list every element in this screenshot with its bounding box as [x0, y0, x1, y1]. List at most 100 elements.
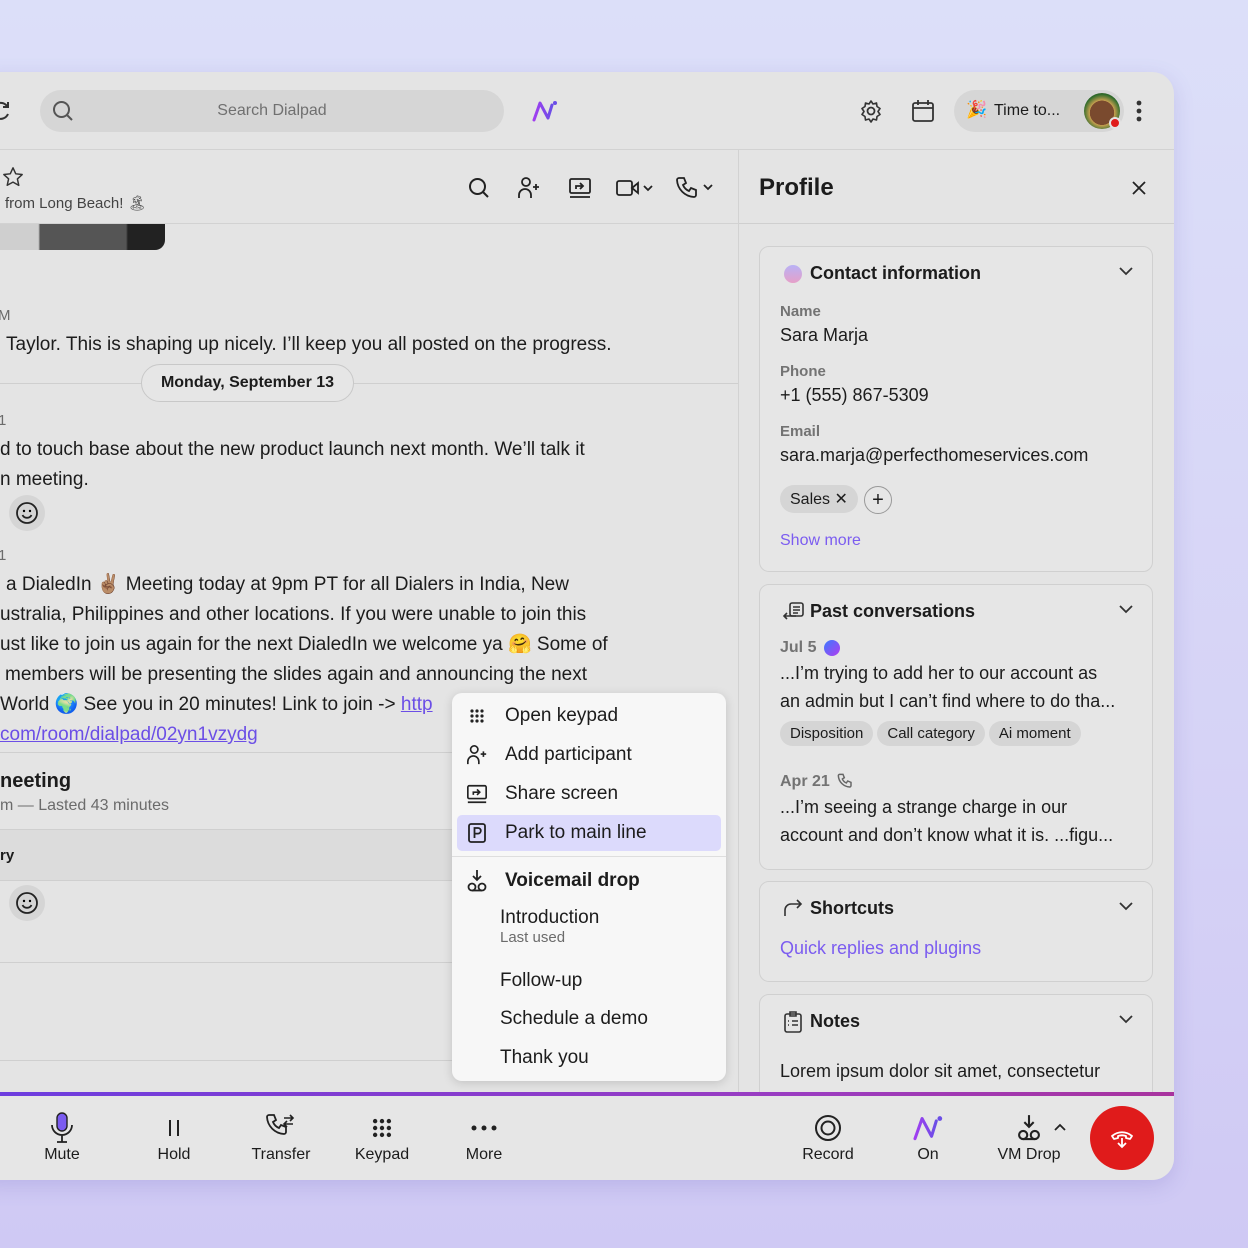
- chevron-up-icon[interactable]: [1053, 1122, 1067, 1132]
- pause-icon: [169, 1120, 179, 1136]
- divider: [0, 880, 452, 881]
- menu-item-add-participant[interactable]: Add participant: [457, 737, 721, 773]
- message-text-line: members will be presenting the slides ag…: [5, 664, 587, 685]
- phone-value[interactable]: +1 (555) 867-5309: [780, 385, 929, 406]
- divider: [452, 856, 726, 857]
- conversation-chips: Disposition Call category Ai moment: [780, 721, 1085, 746]
- search-input[interactable]: Search Dialpad: [40, 90, 504, 132]
- message-text-line: ustralia, Philippines and other location…: [0, 604, 587, 625]
- menu-item-park-to-main-line[interactable]: Park to main line: [457, 815, 721, 851]
- divider: [0, 1060, 452, 1061]
- keypad-icon: [372, 1118, 392, 1138]
- record-icon: [815, 1115, 841, 1141]
- settings-gear-icon[interactable]: [859, 99, 883, 123]
- conversation-history-icon: [782, 602, 804, 620]
- record-button[interactable]: Record: [796, 1110, 860, 1164]
- email-label: Email: [780, 423, 821, 440]
- message-text-line: n meeting.: [0, 469, 89, 490]
- status-button[interactable]: 🎉 Time to...: [954, 90, 1124, 132]
- quick-replies-link[interactable]: Quick replies and plugins: [780, 938, 981, 959]
- message-text-line: ust like to join us again for the next D…: [0, 634, 608, 655]
- share-screen-icon[interactable]: [568, 176, 592, 200]
- hang-up-icon: [1111, 1131, 1133, 1149]
- meeting-link[interactable]: com/room/dialpad/02yn1vzydg: [0, 720, 258, 750]
- search-icon[interactable]: [468, 177, 490, 199]
- conversation-snippet[interactable]: ...I’m trying to add her to our account …: [780, 659, 1115, 715]
- meeting-link[interactable]: http: [401, 694, 433, 715]
- chevron-down-icon[interactable]: [1118, 1011, 1134, 1027]
- voicemail-drop-icon: [1018, 1115, 1040, 1141]
- card-title: Past conversations: [810, 601, 976, 621]
- hang-up-button[interactable]: [1090, 1106, 1154, 1170]
- add-tag-button[interactable]: +: [864, 486, 892, 514]
- dialpad-ai-logo-icon[interactable]: [532, 100, 558, 122]
- message-text-line: d to touch base about the new product la…: [0, 439, 585, 460]
- vm-item-schedule-demo[interactable]: Schedule a demo: [457, 1001, 721, 1037]
- contact-information-card: Contact information Name Sara Marja Phon…: [759, 246, 1153, 572]
- vm-item-introduction[interactable]: Introduction Last used: [457, 903, 721, 955]
- more-vertical-icon[interactable]: [1136, 100, 1142, 122]
- keypad-icon: [470, 709, 484, 723]
- phone-call-dropdown-icon[interactable]: [676, 176, 716, 198]
- hold-button[interactable]: Hold: [144, 1110, 204, 1164]
- status-text: Time to...: [994, 102, 1061, 119]
- chat-header: from Long Beach! 🏝: [0, 150, 738, 224]
- summary-row[interactable]: ry: [0, 830, 452, 880]
- name-label: Name: [780, 303, 821, 320]
- more-button[interactable]: More: [456, 1110, 512, 1164]
- star-icon[interactable]: [2, 166, 24, 188]
- phone-icon: [837, 773, 852, 788]
- email-value[interactable]: sara.marja@perfecthomeservices.com: [780, 445, 1088, 466]
- past-conversations-card: Past conversations Jul 5 ...I’m trying t…: [759, 584, 1153, 870]
- chevron-down-icon[interactable]: [1118, 601, 1134, 617]
- meeting-title: neeting: [0, 770, 72, 792]
- share-screen-icon: [467, 784, 487, 804]
- transfer-call-icon: [266, 1114, 295, 1135]
- add-person-icon: [467, 745, 487, 765]
- menu-item-share-screen[interactable]: Share screen: [457, 776, 721, 812]
- top-bar: Search Dialpad 🎉 Time to...: [0, 72, 1174, 150]
- conversation-snippet[interactable]: ...I’m seeing a strange charge in our acc…: [780, 793, 1113, 849]
- chevron-down-icon[interactable]: [1118, 263, 1134, 279]
- phone-label: Phone: [780, 363, 826, 380]
- close-icon[interactable]: [1131, 180, 1147, 196]
- add-reaction-button[interactable]: [9, 495, 45, 531]
- video-call-dropdown-icon[interactable]: [616, 178, 656, 198]
- message-timestamp: M: [0, 307, 11, 324]
- remove-tag-icon[interactable]: ✕: [834, 491, 847, 508]
- app-window: Search Dialpad 🎉 Time to... from Long Be…: [0, 72, 1174, 1180]
- add-reaction-button[interactable]: [9, 885, 45, 921]
- conversation-date: Jul 5: [780, 639, 817, 656]
- voicemail-drop-header: Voicemail drop: [457, 863, 721, 899]
- keypad-button[interactable]: Keypad: [350, 1110, 414, 1164]
- divider: [0, 752, 452, 753]
- smiley-icon: [16, 892, 38, 914]
- mute-button[interactable]: Mute: [32, 1110, 92, 1164]
- message-text-line: a DialedIn ✌🏽 Meeting today at 9pm PT fo…: [6, 574, 569, 595]
- message-text: Taylor. This is shaping up nicely. I’ll …: [6, 334, 612, 355]
- chevron-down-icon[interactable]: [1118, 898, 1134, 914]
- ai-toggle-button[interactable]: On: [908, 1110, 948, 1164]
- shared-image-thumbnail[interactable]: [0, 224, 165, 250]
- microphone-icon: [51, 1112, 73, 1143]
- vm-item-follow-up[interactable]: Follow-up: [457, 963, 721, 999]
- date-divider: Monday, September 13: [141, 364, 354, 402]
- more-options-menu: Open keypad Add participant Share screen…: [452, 693, 726, 1081]
- messenger-icon: [824, 640, 840, 656]
- add-person-icon[interactable]: [517, 176, 541, 200]
- transfer-button[interactable]: Transfer: [246, 1110, 316, 1164]
- search-placeholder: Search Dialpad: [217, 102, 327, 119]
- show-more-link[interactable]: Show more: [780, 532, 861, 550]
- refresh-icon[interactable]: [0, 100, 10, 122]
- card-title: Notes: [810, 1011, 861, 1031]
- vm-drop-button[interactable]: VM Drop: [994, 1110, 1064, 1164]
- calendar-icon[interactable]: [911, 99, 935, 123]
- menu-item-open-keypad[interactable]: Open keypad: [457, 698, 721, 734]
- contact-info-icon: [784, 265, 802, 283]
- notes-text[interactable]: Lorem ipsum dolor sit amet, consectetur: [780, 1061, 1100, 1082]
- vm-item-thank-you[interactable]: Thank you: [457, 1040, 721, 1076]
- chip-ai-moment: Ai moment: [988, 721, 1081, 746]
- message-timestamp: 1: [0, 412, 7, 429]
- call-controls-bar: Mute Hold Transfer Keypad More Record On…: [0, 1096, 1174, 1180]
- message-timestamp: 1: [0, 547, 7, 564]
